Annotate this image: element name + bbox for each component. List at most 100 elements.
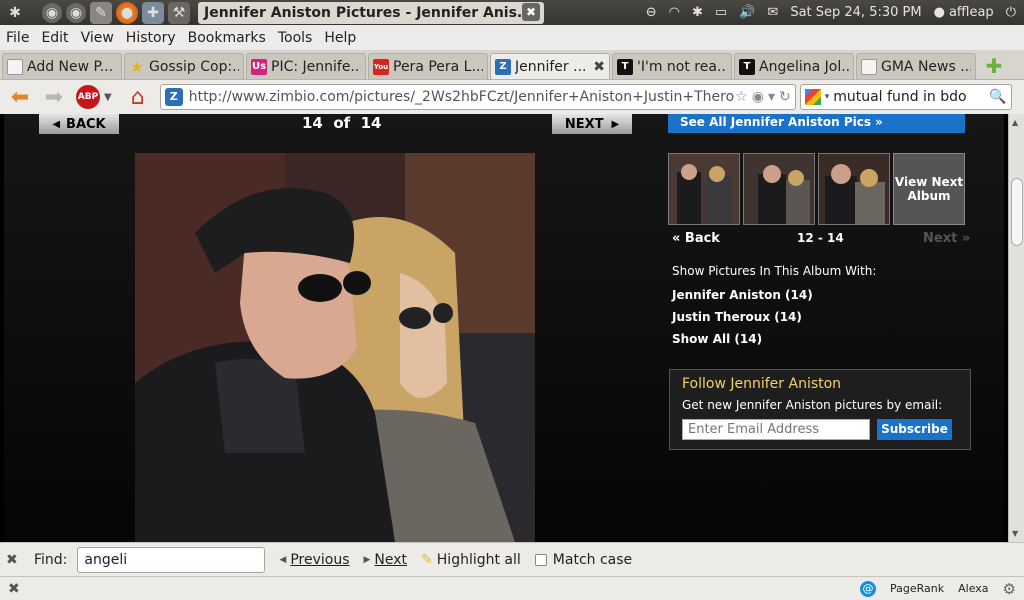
- status-bar: ✖ @ PageRank Alexa ⚙: [0, 576, 1024, 600]
- at-sign-icon[interactable]: @: [860, 580, 877, 597]
- search-input[interactable]: mutual fund in bdo: [833, 89, 966, 105]
- home-icon[interactable]: ⌂: [124, 83, 152, 111]
- photo-counter: 14 of 14: [302, 114, 382, 132]
- menu-history[interactable]: History: [120, 30, 182, 46]
- power-icon[interactable]: ⏻: [1006, 5, 1016, 20]
- subscribe-button[interactable]: Subscribe: [877, 419, 952, 440]
- filter-show-all[interactable]: Show All (14): [672, 332, 762, 346]
- launcher-icon-2[interactable]: ◉: [66, 2, 86, 23]
- email-field[interactable]: [682, 419, 870, 440]
- find-input[interactable]: [77, 546, 266, 573]
- view-next-album-button[interactable]: View Next Album: [893, 153, 965, 225]
- find-close-icon[interactable]: ✖: [6, 552, 26, 568]
- bluetooth-icon[interactable]: ✱: [692, 5, 703, 20]
- adblock-dropdown-icon[interactable]: ▼: [104, 92, 112, 103]
- counter-of: of: [333, 114, 351, 132]
- tab-gma-news[interactable]: GMA News ...: [856, 53, 976, 79]
- tab-add-new-post[interactable]: Add New P...: [2, 53, 122, 79]
- menu-bookmarks[interactable]: Bookmarks: [182, 30, 272, 46]
- pager-back-link[interactable]: « Back: [672, 231, 720, 246]
- tab-jennifer-active[interactable]: Z Jennifer ... ✖: [490, 53, 610, 79]
- tab-gossip-cop[interactable]: ★ Gossip Cop:...: [124, 53, 244, 79]
- settings-gear-icon[interactable]: ⚙: [1003, 580, 1016, 598]
- window-close-icon[interactable]: ✖: [522, 2, 540, 21]
- back-arrow-icon[interactable]: ⬅: [6, 83, 34, 111]
- google-icon[interactable]: [804, 89, 821, 105]
- bookmark-star-icon[interactable]: ☆: [735, 89, 748, 105]
- firefox-icon[interactable]: ●: [116, 1, 138, 24]
- back-button[interactable]: ◀ BACK: [39, 114, 119, 134]
- new-tab-plus-icon[interactable]: ✚: [982, 54, 1006, 78]
- show-pictures-heading: Show Pictures In This Album With:: [672, 264, 877, 278]
- text-editor-icon[interactable]: ✎: [90, 1, 112, 24]
- puzzle-icon[interactable]: ✚: [142, 1, 164, 24]
- zimbio-icon: Z: [495, 58, 511, 75]
- pager-next-link[interactable]: Next »: [923, 231, 970, 246]
- menu-tools[interactable]: Tools: [272, 30, 319, 46]
- tab-pic-jennifer[interactable]: Us PIC: Jennife...: [246, 53, 366, 79]
- tab-angelina[interactable]: T Angelina Jol...: [734, 53, 854, 79]
- adblock-icon[interactable]: ABP: [74, 83, 102, 111]
- volume-icon[interactable]: 🔊: [739, 5, 755, 20]
- thumbnail-image: [744, 154, 814, 224]
- thumbnail-13[interactable]: [743, 153, 815, 225]
- mail-icon[interactable]: ✉: [767, 5, 778, 20]
- menu-edit[interactable]: Edit: [35, 30, 74, 46]
- see-all-pics-link[interactable]: See All Jennifer Aniston Pics »: [668, 114, 965, 133]
- main-photo[interactable]: [135, 153, 535, 542]
- highlight-all-label: Highlight all: [436, 551, 521, 568]
- find-previous-button[interactable]: ◀ Previous: [279, 552, 349, 568]
- url-dropdown-icon[interactable]: ▾: [768, 89, 775, 105]
- scroll-up-icon[interactable]: ▲: [1012, 118, 1018, 127]
- menu-help[interactable]: Help: [318, 30, 362, 46]
- menu-file[interactable]: File: [0, 30, 35, 46]
- search-box[interactable]: ▾ mutual fund in bdo 🔍: [799, 84, 1012, 110]
- tab-label: Jennifer ...: [515, 58, 587, 75]
- search-icon[interactable]: 🔍: [989, 89, 1010, 105]
- pagerank-label[interactable]: PageRank: [890, 582, 944, 595]
- next-button[interactable]: NEXT ▶: [552, 114, 632, 134]
- vertical-scrollbar[interactable]: ▲ ▼: [1008, 114, 1024, 542]
- follow-title: Follow Jennifer Aniston: [682, 376, 842, 392]
- filter-justin-theroux[interactable]: Justin Theroux (14): [672, 310, 802, 324]
- url-bar[interactable]: Z http://www.zimbio.com/pictures/_2Ws2hb…: [159, 84, 796, 110]
- find-label: Find:: [34, 551, 68, 568]
- clock-text[interactable]: Sat Sep 24, 5:30 PM: [790, 5, 921, 20]
- scroll-down-icon[interactable]: ▼: [1012, 529, 1018, 538]
- tab-label: GMA News ...: [881, 58, 971, 75]
- site-identity-icon[interactable]: ◉: [752, 89, 764, 105]
- active-window-title[interactable]: Jennifer Aniston Pictures - Jennifer Ani…: [198, 1, 544, 24]
- battery-icon[interactable]: ▭: [715, 5, 727, 20]
- reload-icon[interactable]: ↻: [779, 89, 791, 105]
- forward-arrow-icon[interactable]: ➡: [40, 83, 68, 111]
- find-next-button[interactable]: ▶ Next: [364, 552, 408, 568]
- launcher-icon-1[interactable]: ◉: [42, 2, 62, 23]
- scrollbar-thumb[interactable]: [1011, 178, 1023, 246]
- tab-label: Angelina Jol...: [759, 58, 849, 75]
- top-panel: ✱ ◉ ◉ ✎ ● ✚ ⚒ Jennifer Aniston Pictures …: [0, 0, 1024, 25]
- tab-pera-pera[interactable]: You Pera Pera L...: [368, 53, 488, 79]
- minus-icon[interactable]: ⊖: [646, 5, 657, 20]
- tab-im-not-ready[interactable]: T 'I'm not rea...: [612, 53, 732, 79]
- window-title-text: Jennifer Aniston Pictures - Jennifer Ani…: [204, 4, 533, 21]
- statusbar-close-icon[interactable]: ✖: [8, 581, 20, 597]
- thumbnail-14[interactable]: [818, 153, 890, 225]
- match-case-checkbox[interactable]: [534, 553, 547, 566]
- next-arrow-icon: ▶: [363, 554, 371, 565]
- applications-menu-icon[interactable]: ✱: [4, 2, 26, 24]
- wifi-icon[interactable]: ◠: [669, 5, 680, 20]
- user-name[interactable]: affleap: [949, 5, 994, 20]
- highlight-all-button[interactable]: ✎ Highlight all: [421, 552, 521, 568]
- tab-close-icon[interactable]: ✖: [593, 59, 605, 75]
- thumbnail-12[interactable]: [668, 153, 740, 225]
- tab-label: Add New P...: [27, 58, 114, 75]
- menu-view[interactable]: View: [75, 30, 120, 46]
- t-icon: T: [739, 58, 755, 75]
- filter-jennifer-aniston[interactable]: Jennifer Aniston (14): [672, 288, 813, 302]
- search-engine-dropdown-icon[interactable]: ▾: [825, 92, 830, 102]
- counter-total: 14: [360, 114, 382, 132]
- url-text[interactable]: http://www.zimbio.com/pictures/_2Ws2hbFC…: [189, 89, 735, 105]
- left-triangle-icon: ◀: [52, 118, 61, 130]
- alexa-label[interactable]: Alexa: [958, 582, 988, 595]
- tools-icon[interactable]: ⚒: [168, 1, 190, 24]
